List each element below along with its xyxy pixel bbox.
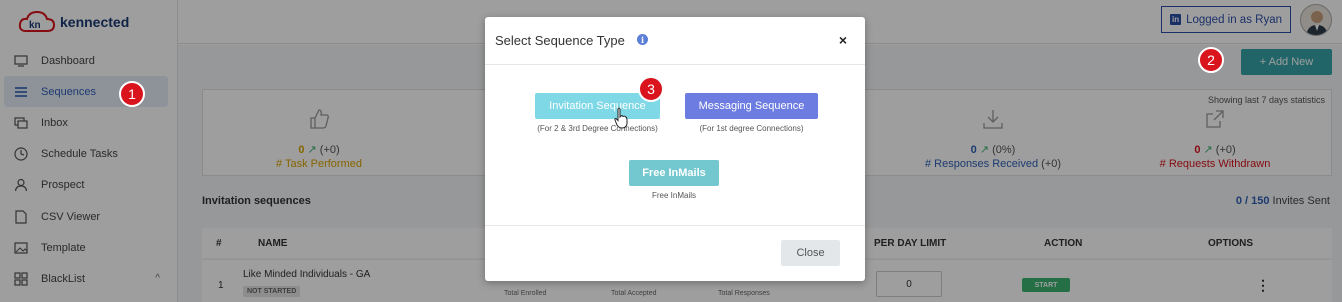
- callout-badge-1: 1: [119, 81, 145, 107]
- close-button[interactable]: Close: [781, 240, 840, 266]
- modal-header: Select Sequence Type i ×: [485, 17, 865, 65]
- modal-body: Invitation Sequence (For 2 & 3rd Degree …: [485, 65, 865, 226]
- modal-footer: Close: [485, 226, 865, 280]
- free-inmails-button[interactable]: Free InMails: [629, 160, 719, 186]
- modal-title: Select Sequence Type: [495, 33, 625, 48]
- close-icon[interactable]: ×: [839, 32, 847, 48]
- inmail-note: Free InMails: [651, 191, 696, 200]
- callout-badge-3: 3: [638, 76, 664, 102]
- select-sequence-modal: Select Sequence Type i × Invitation Sequ…: [485, 17, 865, 281]
- info-icon[interactable]: i: [637, 34, 648, 45]
- messaging-sequence-button[interactable]: Messaging Sequence: [685, 93, 818, 119]
- messaging-note: (For 1st degree Connections): [699, 124, 804, 133]
- invitation-note: (For 2 & 3rd Degree Connections): [537, 124, 658, 133]
- callout-badge-2: 2: [1198, 47, 1224, 73]
- hand-cursor-icon: [614, 107, 628, 129]
